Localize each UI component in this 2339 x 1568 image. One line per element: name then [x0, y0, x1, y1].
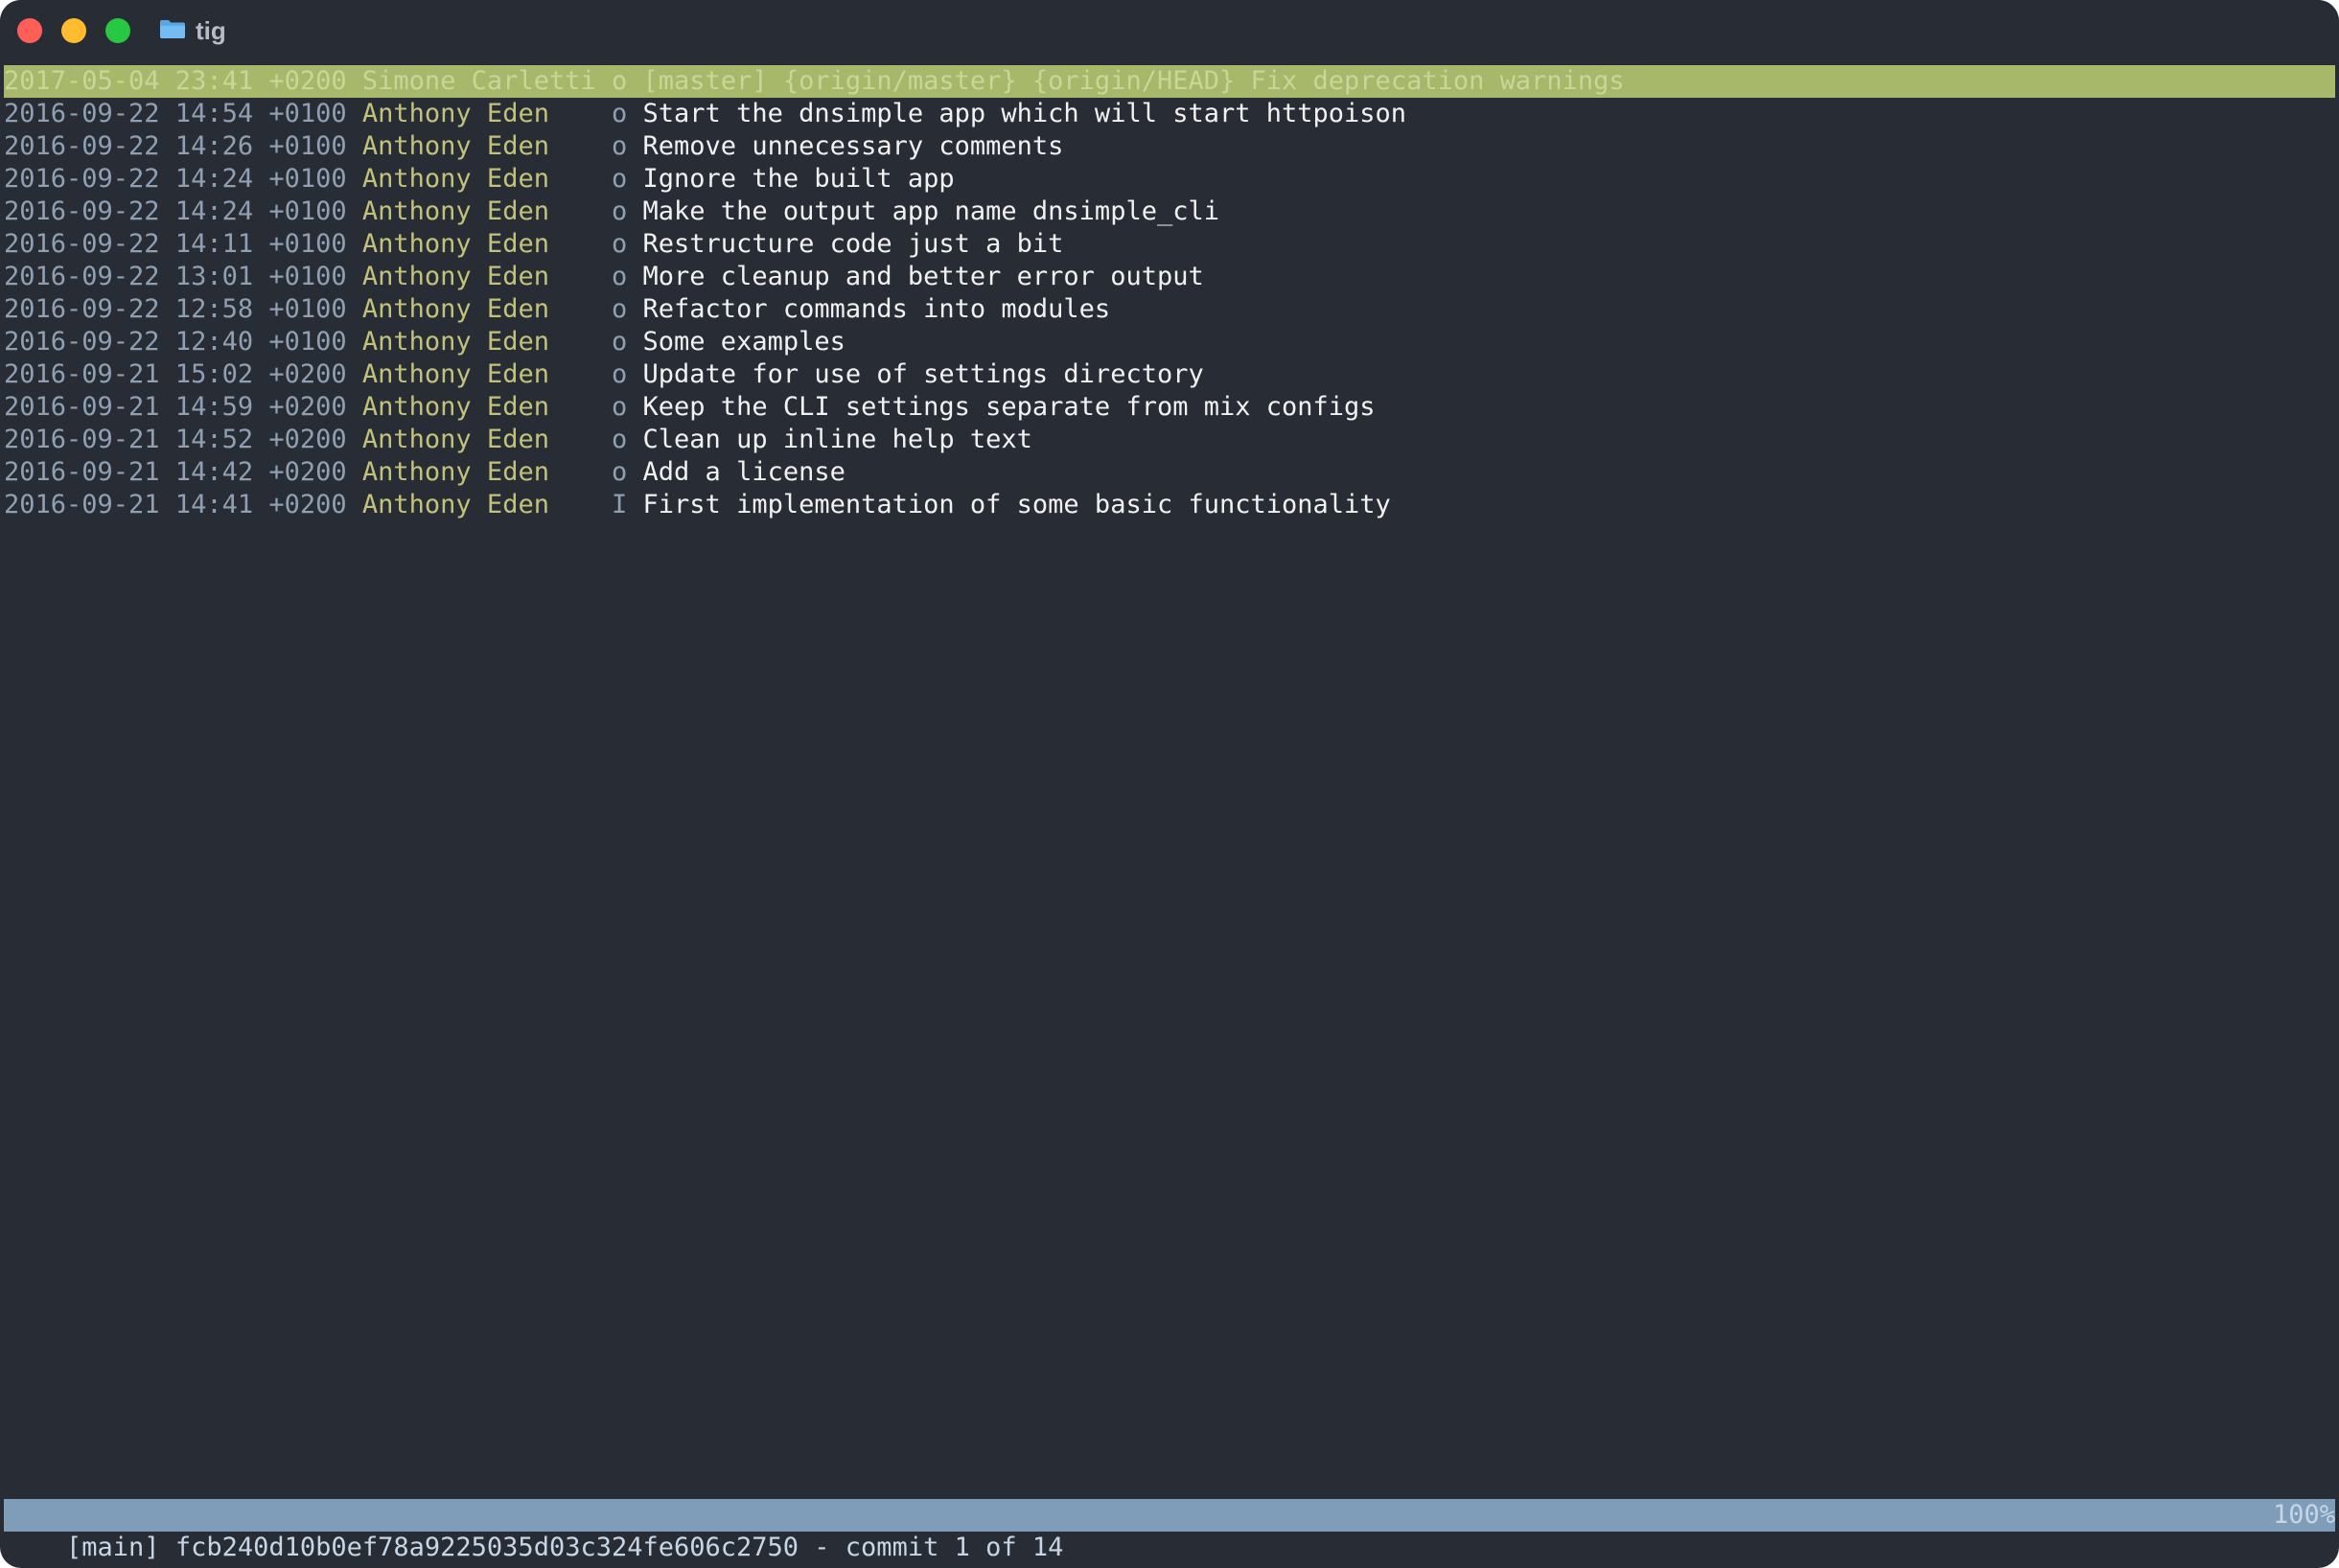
commit-author: Anthony Eden [361, 327, 549, 357]
commit-graph-marker: I [612, 490, 628, 519]
commit-message: Make the output app name dnsimple_cli [642, 196, 1219, 226]
commit-message: Remove unnecessary comments [642, 131, 1064, 161]
commit-message: Refactor commands into modules [642, 294, 1111, 324]
commit-date: 2016-09-22 12:58 +0100 [4, 294, 347, 324]
commit-graph-marker: o [612, 294, 628, 324]
commit-graph-marker: o [612, 131, 628, 161]
commit-message: Update for use of settings directory [642, 359, 1204, 389]
status-text: [main] fcb240d10b0ef78a9225035d03c324fe6… [66, 1533, 1064, 1562]
commit-graph-marker: o [612, 99, 628, 128]
terminal-window: tig 2017-05-04 23:41 +0200 Simone Carlet… [0, 0, 2339, 1568]
commit-graph-marker: o [612, 262, 628, 291]
commit-message: Ignore the built app [642, 164, 955, 194]
commit-row[interactable]: 2016-09-21 14:59 +0200 Anthony Eden o Ke… [4, 391, 2335, 424]
commit-author: Anthony Eden [361, 196, 549, 226]
commit-date: 2016-09-22 13:01 +0100 [4, 262, 347, 291]
commit-row[interactable]: 2016-09-21 15:02 +0200 Anthony Eden o Up… [4, 358, 2335, 391]
commit-author: Anthony Eden [361, 392, 549, 422]
minimize-button[interactable] [61, 18, 86, 43]
commit-date: 2016-09-22 14:11 +0100 [4, 229, 347, 259]
commit-graph-marker: o [612, 327, 628, 357]
commit-graph-marker: o [612, 457, 628, 487]
commit-author: Anthony Eden [361, 262, 549, 291]
commit-message: Keep the CLI settings separate from mix … [642, 392, 1376, 422]
commit-date: 2016-09-22 14:26 +0100 [4, 131, 347, 161]
commit-graph-marker: o [612, 359, 628, 389]
commit-graph-marker: o [612, 196, 628, 226]
title-bar[interactable]: tig [0, 0, 2339, 61]
commit-row[interactable]: 2016-09-21 14:42 +0200 Anthony Eden o Ad… [4, 456, 2335, 489]
commit-refs: [master] {origin/master} {origin/HEAD} [642, 66, 1236, 96]
commit-author: Anthony Eden [361, 294, 549, 324]
commit-date: 2016-09-22 14:54 +0100 [4, 99, 347, 128]
scroll-percent: 100% [2272, 1500, 2335, 1530]
commit-message: First implementation of some basic funct… [642, 490, 1391, 519]
commit-date: 2016-09-21 14:52 +0200 [4, 425, 347, 454]
commit-row[interactable]: 2016-09-22 13:01 +0100 Anthony Eden o Mo… [4, 261, 2335, 293]
commit-row[interactable]: 2016-09-22 12:40 +0100 Anthony Eden o So… [4, 326, 2335, 358]
commit-graph-marker: o [612, 164, 628, 194]
commit-message: Clean up inline help text [642, 425, 1032, 454]
commit-author: Anthony Eden [361, 164, 549, 194]
commit-row[interactable]: 2016-09-21 14:52 +0200 Anthony Eden o Cl… [4, 424, 2335, 456]
commit-graph-marker: o [612, 392, 628, 422]
commit-row[interactable]: 2016-09-21 14:41 +0200 Anthony Eden I Fi… [4, 489, 2335, 521]
commit-date: 2016-09-21 14:59 +0200 [4, 392, 347, 422]
commit-author: Anthony Eden [361, 359, 549, 389]
commit-message: Start the dnsimple app which will start … [642, 99, 1407, 128]
status-bar: [main] fcb240d10b0ef78a9225035d03c324fe6… [4, 1499, 2335, 1562]
commit-row[interactable]: 2017-05-04 23:41 +0200 Simone Carletti o… [4, 65, 2335, 98]
commit-row[interactable]: 2016-09-22 12:58 +0100 Anthony Eden o Re… [4, 293, 2335, 326]
commit-row[interactable]: 2016-09-22 14:26 +0100 Anthony Eden o Re… [4, 130, 2335, 163]
commit-message: More cleanup and better error output [642, 262, 1204, 291]
commit-date: 2016-09-22 14:24 +0100 [4, 196, 347, 226]
commit-author: Simone Carletti [361, 66, 596, 96]
window-title: tig [196, 16, 226, 45]
close-button[interactable] [17, 18, 42, 43]
commit-row[interactable]: 2016-09-22 14:24 +0100 Anthony Eden o Ig… [4, 163, 2335, 196]
commit-author: Anthony Eden [361, 99, 549, 128]
commit-date: 2017-05-04 23:41 +0200 [4, 66, 347, 96]
commit-date: 2016-09-21 14:41 +0200 [4, 490, 347, 519]
commit-row[interactable]: 2016-09-22 14:24 +0100 Anthony Eden o Ma… [4, 196, 2335, 228]
zoom-button[interactable] [105, 18, 130, 43]
commit-author: Anthony Eden [361, 457, 549, 487]
commit-row[interactable]: 2016-09-22 14:54 +0100 Anthony Eden o St… [4, 98, 2335, 130]
folder-icon [160, 20, 185, 38]
commit-author: Anthony Eden [361, 425, 549, 454]
commit-graph-marker: o [612, 66, 628, 96]
commit-date: 2016-09-21 14:42 +0200 [4, 457, 347, 487]
commit-message: Add a license [642, 457, 845, 487]
commit-message: Some examples [642, 327, 845, 357]
commit-date: 2016-09-22 12:40 +0100 [4, 327, 347, 357]
commit-author: Anthony Eden [361, 490, 549, 519]
commit-author: Anthony Eden [361, 131, 549, 161]
commit-date: 2016-09-21 15:02 +0200 [4, 359, 347, 389]
commit-date: 2016-09-22 14:24 +0100 [4, 164, 347, 194]
commit-message: Restructure code just a bit [642, 229, 1064, 259]
commit-graph-marker: o [612, 425, 628, 454]
commit-row[interactable]: 2016-09-22 14:11 +0100 Anthony Eden o Re… [4, 228, 2335, 261]
commit-message: Fix deprecation warnings [1250, 66, 1625, 96]
commit-graph-marker: o [612, 229, 628, 259]
commit-author: Anthony Eden [361, 229, 549, 259]
